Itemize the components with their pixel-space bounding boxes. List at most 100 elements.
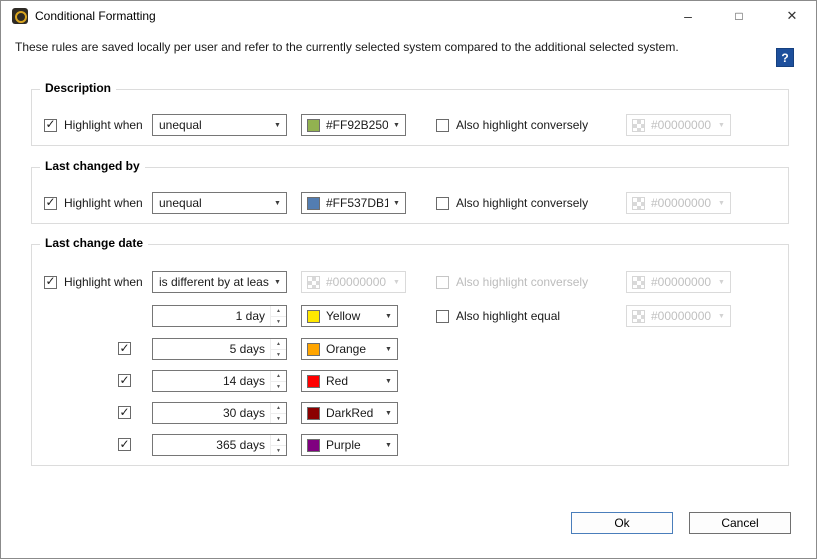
chevron-down-icon: ▼: [269, 122, 286, 129]
help-button[interactable]: ?: [776, 48, 794, 67]
highlight-when-label: Highlight when: [64, 118, 143, 132]
ok-button[interactable]: Ok: [571, 512, 673, 534]
color-value: Orange: [320, 342, 380, 356]
chevron-down-icon: ▼: [380, 410, 397, 417]
spin-down-icon[interactable]: ▼: [271, 382, 286, 392]
spin-up-icon[interactable]: ▲: [271, 435, 286, 446]
check-icon: ✓: [45, 275, 55, 287]
also-equal-label: Also highlight equal: [456, 309, 560, 323]
also-conversely-checkbox[interactable]: Also highlight conversely: [436, 192, 588, 214]
chevron-down-icon: ▼: [380, 378, 397, 385]
check-icon: ✓: [119, 438, 129, 450]
equal-color-dropdown-disabled: #00000000 ▼: [626, 305, 731, 327]
spin-down-icon[interactable]: ▼: [271, 317, 286, 327]
chevron-down-icon: ▼: [388, 200, 405, 207]
conversely-color-dropdown-disabled: #00000000 ▼: [626, 114, 731, 136]
threshold-enable-checkbox-2[interactable]: ✓: [118, 342, 131, 355]
checkbox-checked[interactable]: ✓: [44, 197, 57, 210]
spin-up-icon[interactable]: ▲: [271, 339, 286, 350]
color-value: #00000000: [645, 275, 713, 289]
chevron-down-icon: ▼: [713, 279, 730, 286]
spin-down-icon[interactable]: ▼: [271, 414, 286, 424]
spinner-buttons[interactable]: ▲ ▼: [270, 371, 286, 391]
app-icon: [12, 8, 28, 24]
highlight-when-checkbox[interactable]: ✓ Highlight when: [44, 114, 143, 136]
also-equal-checkbox[interactable]: Also highlight equal: [436, 305, 560, 327]
highlight-when-label: Highlight when: [64, 275, 143, 289]
transparent-swatch: [632, 119, 645, 132]
window-title: Conditional Formatting: [35, 1, 156, 31]
chevron-down-icon: ▼: [380, 313, 397, 320]
spinner-buttons[interactable]: ▲ ▼: [270, 339, 286, 359]
also-conversely-label: Also highlight conversely: [456, 275, 588, 289]
highlight-when-checkbox[interactable]: ✓ Highlight when: [44, 271, 143, 293]
checkbox-unchecked[interactable]: [436, 310, 449, 323]
chevron-down-icon: ▼: [713, 122, 730, 129]
checkbox-checked[interactable]: ✓: [44, 119, 57, 132]
highlight-color-dropdown[interactable]: #FF92B250 ▼: [301, 114, 406, 136]
checkbox-unchecked[interactable]: [436, 119, 449, 132]
highlight-color-dropdown[interactable]: #FF537DB1 ▼: [301, 192, 406, 214]
group-title: Description: [40, 81, 116, 95]
color-swatch: [307, 375, 320, 388]
chevron-down-icon: ▼: [380, 346, 397, 353]
color-swatch: [307, 197, 320, 210]
threshold-color-dropdown-1[interactable]: Yellow ▼: [301, 305, 398, 327]
spinner-buttons[interactable]: ▲ ▼: [270, 403, 286, 423]
threshold-value: 1 day: [153, 309, 270, 323]
spin-up-icon[interactable]: ▲: [271, 371, 286, 382]
spinner-buttons[interactable]: ▲ ▼: [270, 306, 286, 326]
threshold-color-dropdown-2[interactable]: Orange ▼: [301, 338, 398, 360]
threshold-spinner-1[interactable]: 1 day ▲ ▼: [152, 305, 287, 327]
intro-text: These rules are saved locally per user a…: [15, 40, 760, 54]
spin-down-icon[interactable]: ▼: [271, 446, 286, 456]
also-conversely-label: Also highlight conversely: [456, 118, 588, 132]
threshold-value: 5 days: [153, 342, 270, 356]
threshold-spinner-2[interactable]: 5 days ▲ ▼: [152, 338, 287, 360]
spin-up-icon[interactable]: ▲: [271, 306, 286, 317]
threshold-color-dropdown-4[interactable]: DarkRed ▼: [301, 402, 398, 424]
threshold-enable-checkbox-5[interactable]: ✓: [118, 438, 131, 451]
group-last-change-date: Last change date ✓ Highlight when is dif…: [31, 244, 789, 466]
check-icon: ✓: [45, 118, 55, 130]
threshold-spinner-5[interactable]: 365 days ▲ ▼: [152, 434, 287, 456]
threshold-enable-checkbox-3[interactable]: ✓: [118, 374, 131, 387]
chevron-down-icon: ▼: [388, 122, 405, 129]
cancel-button[interactable]: Cancel: [689, 512, 791, 534]
checkbox-checked[interactable]: ✓: [44, 276, 57, 289]
threshold-spinner-3[interactable]: 14 days ▲ ▼: [152, 370, 287, 392]
color-value: DarkRed: [320, 406, 380, 420]
color-value: Purple: [320, 438, 380, 452]
group-description: Description ✓ Highlight when unequal ▼ #…: [31, 89, 789, 146]
color-swatch: [307, 439, 320, 452]
maximize-button[interactable]: □: [724, 1, 754, 31]
chevron-down-icon: ▼: [713, 313, 730, 320]
checkbox-disabled: [436, 276, 449, 289]
color-value: #00000000: [645, 309, 713, 323]
threshold-spinner-4[interactable]: 30 days ▲ ▼: [152, 402, 287, 424]
color-value: #00000000: [645, 118, 713, 132]
also-conversely-checkbox[interactable]: Also highlight conversely: [436, 114, 588, 136]
chevron-down-icon: ▼: [380, 442, 397, 449]
close-button[interactable]: ✕: [777, 1, 807, 31]
threshold-color-dropdown-5[interactable]: Purple ▼: [301, 434, 398, 456]
operator-value: unequal: [153, 118, 269, 132]
minimize-button[interactable]: –: [673, 1, 703, 31]
spin-down-icon[interactable]: ▼: [271, 350, 286, 360]
threshold-color-dropdown-3[interactable]: Red ▼: [301, 370, 398, 392]
operator-dropdown[interactable]: is different by at least ▼: [152, 271, 287, 293]
check-icon: ✓: [119, 342, 129, 354]
operator-dropdown[interactable]: unequal ▼: [152, 192, 287, 214]
check-icon: ✓: [45, 196, 55, 208]
conversely-color-dropdown-disabled: #00000000 ▼: [626, 271, 731, 293]
threshold-value: 30 days: [153, 406, 270, 420]
operator-dropdown[interactable]: unequal ▼: [152, 114, 287, 136]
title-bar[interactable]: Conditional Formatting – □ ✕: [1, 1, 816, 31]
spinner-buttons[interactable]: ▲ ▼: [270, 435, 286, 455]
highlight-when-checkbox[interactable]: ✓ Highlight when: [44, 192, 143, 214]
threshold-enable-checkbox-4[interactable]: ✓: [118, 406, 131, 419]
conversely-color-dropdown-disabled: #00000000 ▼: [626, 192, 731, 214]
color-value: #FF537DB1: [320, 196, 388, 210]
spin-up-icon[interactable]: ▲: [271, 403, 286, 414]
checkbox-unchecked[interactable]: [436, 197, 449, 210]
